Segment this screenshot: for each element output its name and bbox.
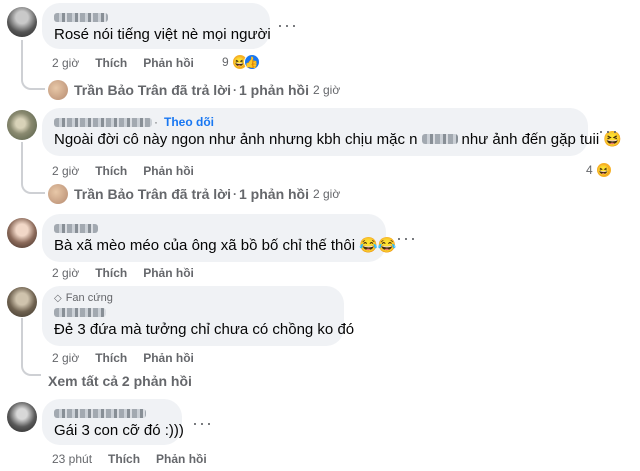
thread-connector [21, 70, 45, 90]
fan-badge[interactable]: ◇ Fan cứng [54, 292, 332, 304]
more-options-button[interactable]: ··· [277, 16, 298, 34]
comment-time[interactable]: 2 giờ [52, 266, 79, 280]
replier-avatar [48, 80, 68, 100]
like-button[interactable]: Thích [95, 351, 127, 365]
comment-time[interactable]: 2 giờ [52, 351, 79, 365]
like-icon: 👍 [243, 54, 260, 70]
reply-button[interactable]: Phản hồi [143, 266, 194, 280]
comment-text: Bà xã mèo méo của ông xã bồ bố chỉ thế t… [54, 237, 397, 254]
censored-word [421, 134, 458, 144]
avatar[interactable] [7, 7, 37, 37]
like-button[interactable]: Thích [108, 452, 140, 466]
author-name[interactable] [54, 223, 98, 233]
more-options-button[interactable]: ··· [598, 122, 619, 140]
more-options-button[interactable]: ··· [192, 414, 213, 432]
avatar[interactable] [7, 218, 37, 248]
comment-bubble: Rosé nói tiếng việt nè mọi người [42, 3, 271, 49]
like-button[interactable]: Thích [95, 56, 127, 70]
comment-text: Gái 3 con cỡ đó :))) [54, 422, 184, 439]
comment-text: Rosé nói tiếng việt nè mọi người [54, 26, 271, 43]
view-replies-link[interactable]: Trần Bảo Trân đã trả lời · 1 phản hồi 2 … [48, 80, 340, 100]
more-options-button[interactable]: ··· [396, 229, 417, 247]
view-replies-link[interactable]: Trần Bảo Trân đã trả lời · 1 phản hồi 2 … [48, 184, 340, 204]
thread-connector [21, 174, 45, 194]
reply-button[interactable]: Phản hồi [143, 351, 194, 365]
replier-avatar [48, 184, 68, 204]
like-button[interactable]: Thích [95, 164, 127, 178]
comment-text: Ngoài đời cô này ngon như ảnh nhưng kbh … [54, 131, 622, 148]
author-name[interactable] [54, 117, 152, 127]
avatar[interactable] [7, 287, 37, 317]
thread-connector [21, 356, 41, 376]
reaction-summary[interactable]: 9 😆 👍 [222, 54, 260, 70]
reply-button[interactable]: Phản hồi [143, 164, 194, 178]
reply-button[interactable]: Phản hồi [143, 56, 194, 70]
comment-time[interactable]: 2 giờ [52, 56, 79, 70]
comment-bubble: Bà xã mèo méo của ông xã bồ bố chỉ thế t… [42, 214, 397, 262]
haha-icon: 😆 [595, 162, 612, 178]
like-button[interactable]: Thích [95, 266, 127, 280]
reaction-summary[interactable]: 4 😆 [586, 162, 612, 178]
author-name[interactable] [54, 408, 146, 418]
comment-time[interactable]: 23 phút [52, 452, 92, 466]
follow-button[interactable]: Theo dõi [164, 115, 214, 129]
comment-bubble: · Theo dõi Ngoài đời cô này ngon như ảnh… [42, 108, 622, 156]
author-name[interactable] [54, 12, 108, 22]
comment-time[interactable]: 2 giờ [52, 164, 79, 178]
comment-text: Đẻ 3 đứa mà tưởng chỉ chưa có chồng ko đ… [54, 321, 355, 338]
comment-bubble: Gái 3 con cỡ đó :))) [42, 399, 184, 445]
see-all-replies-link[interactable]: Xem tất cả 2 phản hồi [48, 373, 192, 389]
reply-button[interactable]: Phản hồi [156, 452, 207, 466]
diamond-icon: ◇ [54, 292, 62, 304]
avatar[interactable] [7, 402, 37, 432]
avatar[interactable] [7, 110, 37, 140]
author-name[interactable] [54, 307, 106, 317]
comment-bubble: ◇ Fan cứng Đẻ 3 đứa mà tưởng chỉ chưa có… [42, 286, 355, 346]
